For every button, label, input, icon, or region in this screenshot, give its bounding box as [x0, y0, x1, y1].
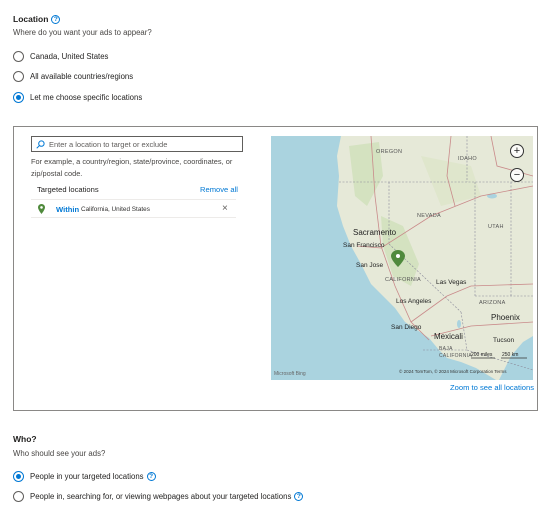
radio-circle-selected[interactable]: [13, 471, 24, 482]
map-copyright[interactable]: © 2024 TomTom, © 2024 Microsoft Corporat…: [399, 369, 507, 374]
map-label-mexicali: Mexicali: [434, 332, 463, 341]
radio-label: Canada, United States: [30, 52, 109, 61]
search-hint: For example, a country/region, state/pro…: [31, 157, 233, 178]
targeting-mode-label: Within: [56, 205, 80, 214]
map-label-arizona: ARIZONA: [479, 300, 506, 306]
radio-all-countries[interactable]: All available countries/regions: [13, 71, 133, 82]
remove-location-icon[interactable]: ×: [222, 203, 228, 214]
targeted-location-name: California, United States: [81, 206, 150, 213]
map-brand-logo: Microsoft Bing: [274, 371, 306, 377]
map-label-san-francisco: San Francisco: [343, 242, 385, 249]
location-help-icon[interactable]: ?: [51, 15, 61, 25]
location-section-title: Location?: [13, 14, 61, 25]
location-title-text: Location: [13, 14, 49, 24]
who-question: Who should see your ads?: [13, 449, 106, 458]
location-map[interactable]: + − OREGON IDAHO NEVADA UTAH Sacramento …: [271, 136, 533, 380]
radio-circle-selected[interactable]: [13, 92, 24, 103]
map-label-utah: UTAH: [488, 224, 504, 230]
help-icon[interactable]: ?: [294, 492, 304, 501]
search-icon: [36, 139, 45, 149]
location-search-box[interactable]: [31, 136, 243, 152]
map-label-oregon: OREGON: [376, 149, 403, 155]
radio-specific-locations[interactable]: Let me choose specific locations: [13, 92, 142, 103]
radio-circle[interactable]: [13, 51, 24, 62]
map-scale-km: 250 km: [502, 352, 519, 358]
zoom-to-all-locations-link[interactable]: Zoom to see all locations: [450, 383, 534, 392]
who-section-title: Who?: [13, 434, 37, 444]
radio-circle[interactable]: [13, 71, 24, 82]
map-label-tucson: Tucson: [493, 337, 515, 344]
map-label-san-diego: San Diego: [391, 324, 422, 331]
zoom-out-button[interactable]: −: [510, 168, 524, 182]
targeted-locations-header: Targeted locations: [37, 185, 99, 194]
radio-canada-us[interactable]: Canada, United States: [13, 51, 108, 62]
map-label-nevada: NEVADA: [417, 213, 442, 219]
help-icon[interactable]: ?: [146, 472, 156, 481]
location-search-input[interactable]: [49, 139, 229, 149]
radio-circle[interactable]: [13, 491, 24, 502]
targeted-location-row: Within California, United States ×: [31, 199, 236, 218]
radio-label: All available countries/regions: [30, 72, 134, 81]
map-label-las-vegas: Las Vegas: [436, 279, 467, 286]
map-label-sacramento: Sacramento: [353, 228, 397, 237]
map-label-san-jose: San Jose: [356, 262, 384, 269]
radio-label: People in, searching for, or viewing web…: [30, 492, 292, 501]
map-label-phoenix: Phoenix: [491, 313, 520, 322]
map-label-california: CALIFORNIA: [385, 277, 422, 283]
map-label-idaho: IDAHO: [458, 156, 477, 162]
radio-people-searching[interactable]: People in, searching for, or viewing web…: [13, 491, 304, 502]
radio-label: People in your targeted locations: [30, 472, 144, 481]
map-label-baja: BAJA CALIFORNIA: [439, 346, 473, 359]
radio-label: Let me choose specific locations: [30, 93, 143, 102]
radio-people-in-locations[interactable]: People in your targeted locations ?: [13, 471, 156, 482]
location-pin-icon: [38, 204, 45, 214]
map-scale-miles: 200 miles: [471, 352, 493, 358]
location-targeting-panel: For example, a country/region, state/pro…: [13, 126, 538, 411]
location-question: Where do you want your ads to appear?: [13, 28, 152, 37]
remove-all-link[interactable]: Remove all: [200, 185, 238, 194]
map-label-los-angeles: Los Angeles: [396, 298, 432, 305]
zoom-in-button[interactable]: +: [510, 144, 524, 158]
